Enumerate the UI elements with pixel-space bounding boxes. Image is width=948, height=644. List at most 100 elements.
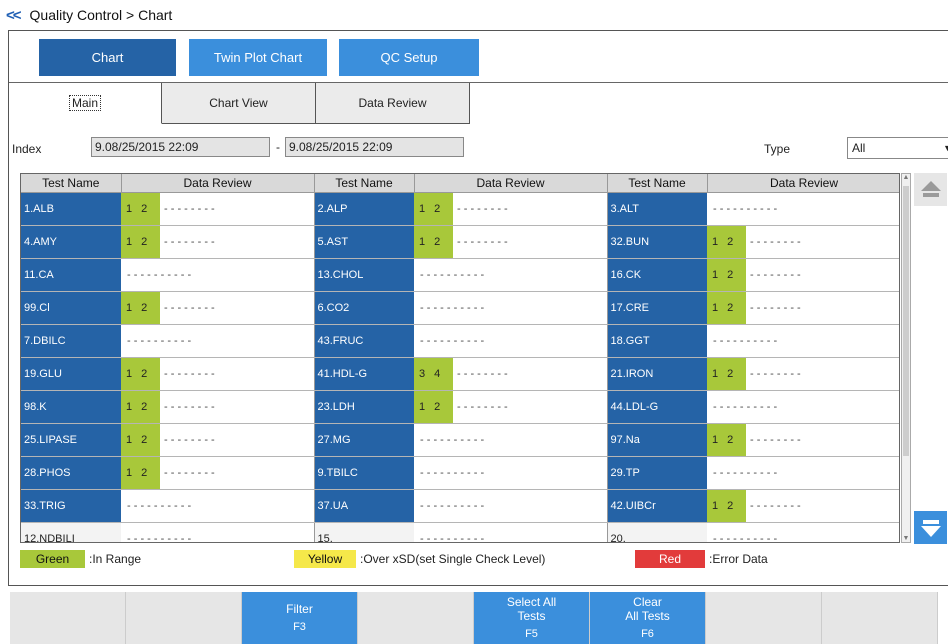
data-review-cell[interactable]: 12 - - - - - - - - — [707, 225, 899, 259]
data-review-cell[interactable]: - - - - - - - - - - — [414, 489, 608, 523]
page-down-button[interactable] — [914, 511, 947, 544]
data-review-cell[interactable]: 12 - - - - - - - - — [707, 489, 899, 523]
data-review-cell[interactable]: 12 - - - - - - - - — [414, 192, 608, 226]
vertical-scrollbar[interactable]: ▲ ▼ — [901, 173, 911, 543]
test-name-cell[interactable]: 32.BUN — [607, 225, 707, 259]
data-review-cell[interactable]: - - - - - - - - - - — [414, 522, 608, 542]
index-from-field[interactable]: 9.08/25/2015 22:09 — [91, 137, 270, 157]
flag-number: 1 — [419, 202, 426, 215]
test-name-cell[interactable]: 27.MG — [314, 423, 414, 457]
index-to-field[interactable]: 9.08/25/2015 22:09 — [285, 137, 464, 157]
function-key-f6[interactable]: Clear All Tests F6 — [590, 592, 706, 644]
flag-number: 2 — [727, 301, 734, 314]
scroll-up-arrow-icon[interactable]: ▲ — [902, 174, 910, 181]
tab-chart-view[interactable]: Chart View — [162, 83, 316, 124]
qc-setup-button[interactable]: QC Setup — [339, 39, 479, 76]
data-review-cell[interactable]: - - - - - - - - - - — [707, 192, 899, 226]
test-name-cell[interactable]: 20. — [607, 522, 707, 542]
data-review-cell[interactable]: - - - - - - - - - - — [707, 522, 899, 542]
data-review-cell[interactable]: - - - - - - - - - - — [707, 324, 899, 358]
data-review-cell[interactable]: - - - - - - - - - - — [414, 258, 608, 292]
data-review-cell[interactable]: 12 - - - - - - - - — [121, 423, 315, 457]
test-name-cell[interactable]: 7.DBILC — [21, 324, 121, 358]
data-review-cell[interactable]: 12 - - - - - - - - — [121, 291, 315, 325]
data-review-cell[interactable]: 12 - - - - - - - - — [707, 258, 899, 292]
test-name-cell[interactable]: 29.TP — [607, 456, 707, 490]
data-review-cell[interactable]: - - - - - - - - - - — [121, 258, 315, 292]
test-name-cell[interactable]: 1.ALB — [21, 192, 121, 226]
scrollbar-thumb[interactable] — [903, 186, 909, 456]
tab-main[interactable]: Main — [9, 83, 162, 124]
flag-number: 3 — [419, 367, 426, 380]
test-name-cell[interactable]: 25.LIPASE — [21, 423, 121, 457]
type-select[interactable]: All ▼ — [847, 137, 948, 159]
data-review-cell[interactable]: 12 - - - - - - - - — [121, 456, 315, 490]
page-up-button[interactable] — [914, 173, 947, 206]
data-review-cell[interactable]: 12 - - - - - - - - — [707, 291, 899, 325]
data-review-cell[interactable]: - - - - - - - - - - — [121, 324, 315, 358]
data-review-cell[interactable]: - - - - - - - - - - — [414, 456, 608, 490]
test-name-cell[interactable]: 19.GLU — [21, 357, 121, 391]
legend-red-swatch: Red — [635, 550, 705, 568]
legend-green-text: :In Range — [89, 552, 142, 566]
data-review-cell[interactable]: 12 - - - - - - - - — [121, 192, 315, 226]
test-name-cell[interactable]: 2.ALP — [314, 192, 414, 226]
flag-number: 1 — [126, 202, 133, 215]
data-review-cell[interactable]: - - - - - - - - - - — [707, 390, 899, 424]
test-name-cell[interactable]: 15. — [314, 522, 414, 542]
flag-number: 2 — [141, 202, 148, 215]
data-review-cell[interactable]: 12 - - - - - - - - — [414, 390, 608, 424]
data-review-cell[interactable]: 12 - - - - - - - - — [121, 390, 315, 424]
legend-yellow-swatch: Yellow — [294, 550, 356, 568]
legend-red-text: :Error Data — [709, 552, 768, 566]
data-review-cell[interactable]: - - - - - - - - - - — [707, 456, 899, 490]
test-name-cell[interactable]: 21.IRON — [607, 357, 707, 391]
in-range-flags: 12 — [707, 357, 746, 389]
tab-data-review[interactable]: Data Review — [316, 83, 470, 124]
test-name-cell[interactable]: 42.UIBCr — [607, 489, 707, 523]
test-name-cell[interactable]: 6.CO2 — [314, 291, 414, 325]
test-name-cell[interactable]: 11.CA — [21, 258, 121, 292]
back-arrow-icon[interactable]: << — [6, 7, 21, 24]
data-review-cell[interactable]: - - - - - - - - - - — [414, 291, 608, 325]
data-review-cell[interactable]: 34 - - - - - - - - — [414, 357, 608, 391]
scroll-down-arrow-icon[interactable]: ▼ — [902, 535, 910, 542]
test-name-cell[interactable]: 33.TRIG — [21, 489, 121, 523]
test-name-cell[interactable]: 43.FRUC — [314, 324, 414, 358]
type-label: Type — [764, 142, 791, 156]
in-range-flags: 12 — [121, 291, 160, 323]
chart-button[interactable]: Chart — [39, 39, 176, 76]
test-name-cell[interactable]: 23.LDH — [314, 390, 414, 424]
data-review-cell[interactable]: 12 - - - - - - - - — [121, 225, 315, 259]
test-name-cell[interactable]: 3.ALT — [607, 192, 707, 226]
data-review-cell[interactable]: 12 - - - - - - - - — [707, 357, 899, 391]
table-row: 25.LIPASE 1 2- - - - - - - -27.MG - - - - -… — [21, 423, 899, 457]
twin-plot-chart-button[interactable]: Twin Plot Chart — [189, 39, 327, 76]
test-name-cell[interactable]: 28.PHOS — [21, 456, 121, 490]
data-review-cell[interactable]: - - - - - - - - - - — [414, 324, 608, 358]
test-name-cell[interactable]: 44.LDL-G — [607, 390, 707, 424]
test-name-cell[interactable]: 97.Na — [607, 423, 707, 457]
test-name-cell[interactable]: 16.CK — [607, 258, 707, 292]
test-name-cell[interactable]: 98.K — [21, 390, 121, 424]
test-name-cell[interactable]: 9.TBILC — [314, 456, 414, 490]
data-review-cell[interactable]: 12 - - - - - - - - — [414, 225, 608, 259]
test-name-cell[interactable]: 41.HDL-G — [314, 357, 414, 391]
test-name-cell[interactable]: 5.AST — [314, 225, 414, 259]
test-name-cell[interactable]: 13.CHOL — [314, 258, 414, 292]
test-name-cell[interactable]: 99.Cl — [21, 291, 121, 325]
function-key-f3[interactable]: Filter F3 — [242, 592, 358, 644]
data-review-cell[interactable]: 12 - - - - - - - - — [121, 357, 315, 391]
data-review-cell[interactable]: 12 - - - - - - - - — [707, 423, 899, 457]
test-name-cell[interactable]: 37.UA — [314, 489, 414, 523]
function-key-f5[interactable]: Select All Tests F5 — [474, 592, 590, 644]
data-review-cell[interactable]: - - - - - - - - - - — [121, 522, 315, 542]
data-review-cell[interactable]: - - - - - - - - - - — [414, 423, 608, 457]
test-name-cell[interactable]: 17.CRE — [607, 291, 707, 325]
test-name-cell[interactable]: 4.AMY — [21, 225, 121, 259]
test-name-cell[interactable]: 12.NDBILI — [21, 522, 121, 542]
test-name-cell[interactable]: 18.GGT — [607, 324, 707, 358]
flag-number: 1 — [419, 400, 426, 413]
flag-number: 2 — [141, 466, 148, 479]
data-review-cell[interactable]: - - - - - - - - - - — [121, 489, 315, 523]
